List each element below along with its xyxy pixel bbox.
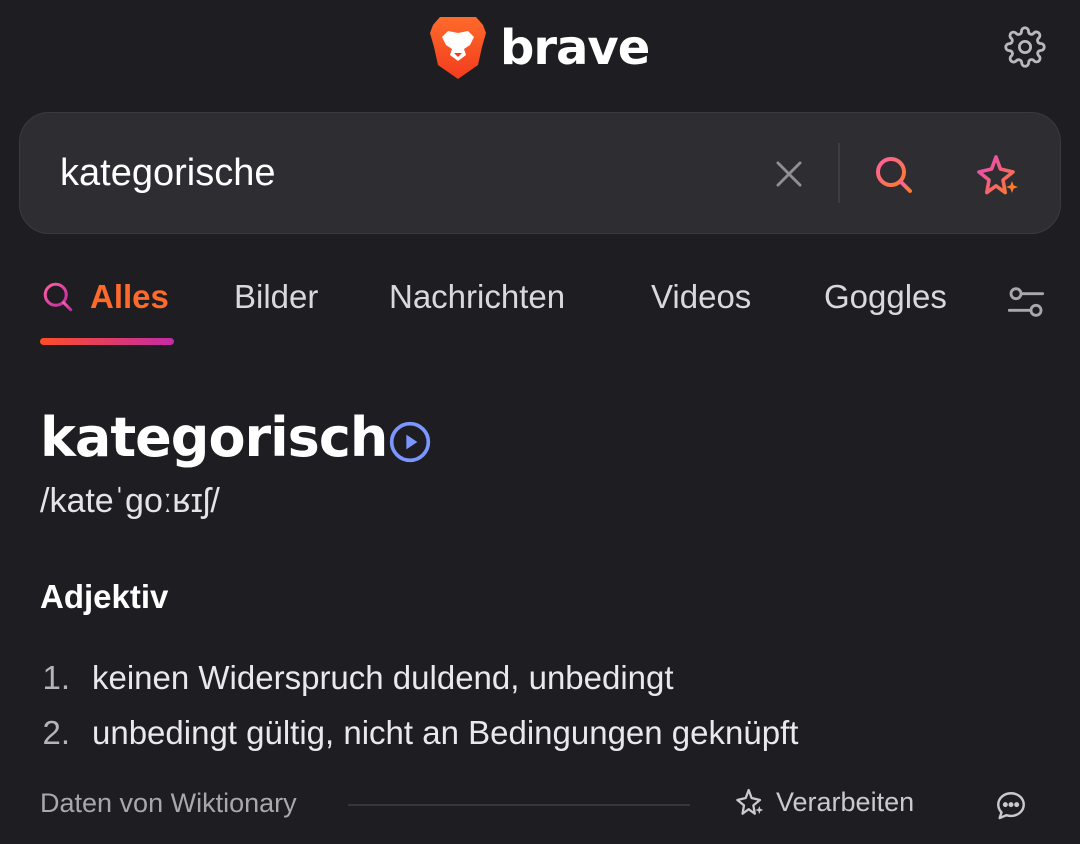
- definition-item: 2. unbedingt gültig, nicht an Bedingunge…: [40, 705, 1040, 760]
- tab-videos[interactable]: Videos: [651, 278, 751, 316]
- search-tabs: Alles Bilder Nachrichten Videos Goggles: [0, 270, 1080, 350]
- search-icon: [43, 282, 73, 312]
- process-button[interactable]: Verarbeiten: [734, 786, 914, 818]
- sparkle-icon: [736, 788, 764, 815]
- tab-bilder[interactable]: Bilder: [234, 278, 318, 316]
- definition-item: 1. keinen Widerspruch duldend, unbedingt: [40, 650, 1040, 705]
- chat-bubble-icon[interactable]: [994, 789, 1028, 823]
- search-results-page: brave kategorische Alles Bilder Nachrich…: [0, 0, 1080, 844]
- search-divider: [838, 143, 840, 203]
- definition-text: keinen Widerspruch duldend, unbedingt: [92, 658, 674, 696]
- play-circle-icon[interactable]: [388, 420, 432, 464]
- brave-logo[interactable]: brave: [428, 12, 650, 84]
- definitions-list: 1. keinen Widerspruch duldend, unbedingt…: [40, 650, 1040, 760]
- tab-alles[interactable]: Alles: [40, 278, 169, 316]
- sliders-icon[interactable]: [1006, 282, 1046, 322]
- tab-label: Alles: [90, 278, 169, 315]
- search-bar: [19, 112, 1061, 234]
- phonetic-transcription: /kateˈɡoːʁɪʃ/: [40, 482, 220, 520]
- tab-nachrichten[interactable]: Nachrichten: [389, 278, 565, 316]
- search-input[interactable]: [60, 143, 740, 203]
- dictionary-word: kategorisch: [40, 406, 388, 469]
- tab-goggles[interactable]: Goggles: [824, 278, 947, 316]
- search-icon[interactable]: [870, 151, 918, 199]
- close-icon[interactable]: [770, 155, 808, 193]
- brand-name: brave: [500, 20, 650, 76]
- process-label: Verarbeiten: [776, 786, 915, 817]
- part-of-speech: Adjektiv: [40, 578, 169, 615]
- definition-number: 2.: [42, 713, 70, 751]
- source-attribution[interactable]: Daten von Wiktionary: [40, 788, 297, 819]
- divider: [348, 804, 690, 806]
- brave-lion-logo-icon: [430, 17, 486, 79]
- gear-icon[interactable]: [1004, 26, 1046, 68]
- definition-number: 1.: [42, 658, 70, 696]
- active-tab-indicator: [40, 338, 174, 345]
- sparkle-icon[interactable]: [974, 151, 1022, 199]
- definition-text: unbedingt gültig, nicht an Bedingungen g…: [92, 713, 799, 751]
